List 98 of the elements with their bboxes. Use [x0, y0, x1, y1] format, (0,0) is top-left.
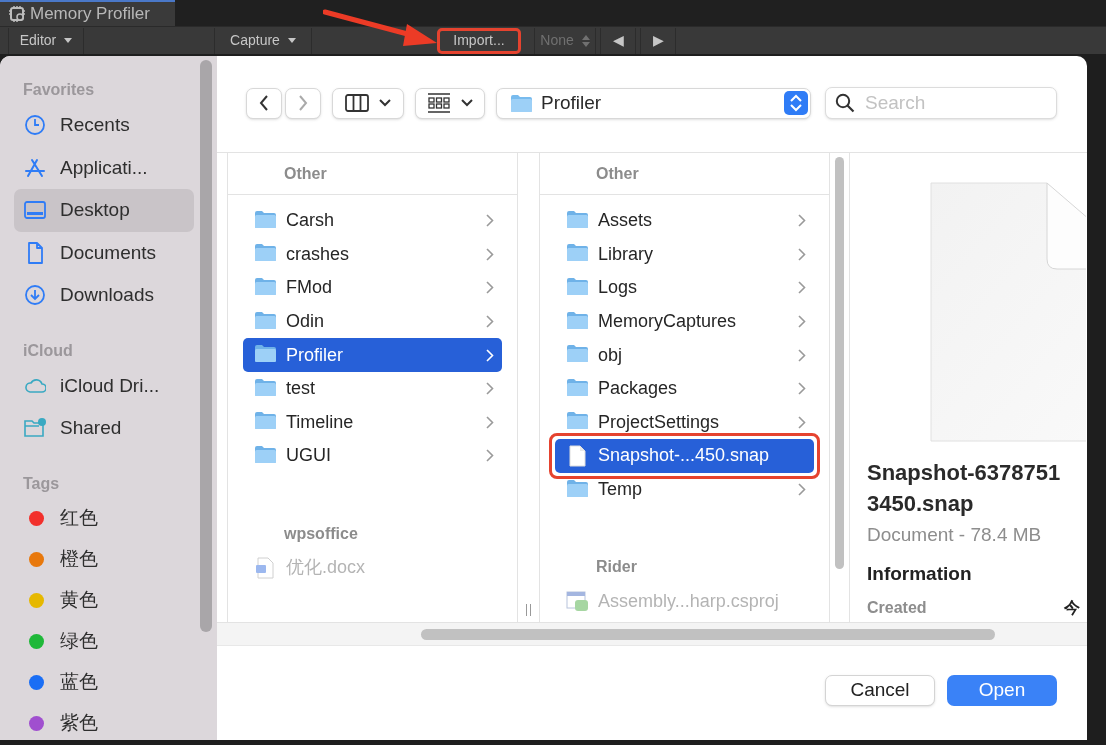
location-label: Profiler	[541, 90, 603, 115]
file-icon	[566, 444, 589, 467]
section-header: iCloud	[22, 340, 74, 361]
scrollbar-thumb[interactable]	[200, 60, 212, 632]
search-icon	[835, 93, 855, 113]
group-header: Other	[596, 163, 639, 184]
search-input[interactable]: Search	[865, 88, 1045, 118]
clock-icon	[24, 114, 46, 137]
toolbar-button[interactable]: Editor	[8, 27, 84, 54]
file-row[interactable]: obj	[555, 338, 814, 372]
caret-icon	[287, 38, 296, 43]
view-mode-button[interactable]	[332, 87, 404, 119]
chevron-right-icon	[486, 382, 494, 396]
shared-folder-icon	[24, 417, 46, 440]
file-row[interactable]: Packages	[555, 371, 814, 406]
grid-icon	[427, 93, 451, 113]
stepper-icon	[581, 34, 590, 47]
file-row[interactable]: Odin	[243, 304, 502, 339]
sidebar-item[interactable]: 红色	[14, 497, 194, 539]
chevron-right-icon	[798, 315, 806, 329]
sidebar-item[interactable]: Recents	[14, 104, 194, 147]
section-header: Favorites	[22, 80, 96, 100]
caret-icon	[461, 99, 473, 107]
file-row[interactable]: crashes	[243, 237, 502, 272]
field-label: Created	[867, 598, 927, 618]
search-field[interactable]: Search	[825, 87, 1057, 119]
toolbar-button[interactable]: ◀	[600, 27, 636, 54]
chevron-right-icon	[486, 214, 494, 228]
scrollbar-thumb[interactable]	[421, 629, 995, 640]
sidebar-item[interactable]: Documents	[14, 231, 194, 274]
sidebar-item[interactable]: 紫色	[14, 702, 194, 740]
download-icon	[24, 284, 46, 307]
chevron-left-icon	[259, 95, 269, 111]
group-header: Other	[284, 163, 327, 184]
editor-tab[interactable]: Memory Profiler	[0, 0, 175, 26]
location-popup[interactable]: Profiler	[496, 87, 811, 119]
chevron-right-icon	[798, 281, 806, 295]
sidebar-item[interactable]: Applicati...	[14, 146, 194, 189]
toolbar-button[interactable]: Import...	[437, 27, 521, 54]
file-row[interactable]: test	[243, 371, 502, 406]
file-row[interactable]: Assets	[555, 204, 814, 238]
chevron-right-icon	[486, 449, 494, 463]
chevron-right-icon	[298, 95, 308, 111]
app-store-icon	[24, 156, 46, 179]
chevron-right-icon	[798, 382, 806, 396]
file-row[interactable]: Timeline	[243, 405, 502, 440]
desktop-icon	[24, 199, 46, 222]
group-header: Rider	[596, 557, 637, 578]
chip-icon	[8, 5, 26, 23]
open-button[interactable]: Open	[947, 674, 1057, 706]
columns-icon	[345, 94, 369, 112]
chevron-right-icon	[798, 247, 806, 261]
sidebar-item[interactable]: 绿色	[14, 620, 194, 662]
file-row[interactable]: FMod	[243, 271, 502, 305]
sidebar-item[interactable]: 蓝色	[14, 661, 194, 703]
scrollbar-thumb[interactable]	[835, 157, 844, 569]
sidebar-item[interactable]: Shared	[14, 407, 194, 450]
sidebar-item[interactable]: iCloud Dri...	[14, 364, 194, 407]
toolbar-button[interactable]: Capture	[214, 27, 312, 54]
chevron-right-icon	[798, 214, 806, 228]
file-row[interactable]: UGUI	[243, 439, 502, 473]
folder-icon	[510, 93, 533, 113]
section-header: Tags	[22, 473, 61, 494]
section-title: Information	[867, 561, 973, 586]
chevron-right-icon	[798, 483, 806, 497]
file-row[interactable]: Snapshot-...450.snap	[555, 439, 814, 473]
file-row[interactable]: Library	[555, 237, 814, 272]
csharp-project-icon	[566, 590, 589, 613]
file-row[interactable]: ProjectSettings	[555, 405, 814, 440]
chevron-right-icon	[798, 348, 806, 362]
file-row[interactable]: Carsh	[243, 204, 502, 238]
group-header: wpsoffice	[284, 523, 358, 544]
cancel-button[interactable]: Cancel	[825, 674, 935, 706]
group-button[interactable]	[415, 87, 485, 119]
caret-icon	[379, 99, 391, 107]
sidebar-item[interactable]: Desktop	[14, 189, 194, 232]
file-row[interactable]: Temp	[555, 472, 814, 507]
file-row[interactable]: MemoryCaptures	[555, 304, 814, 339]
sidebar-item[interactable]: 黄色	[14, 579, 194, 621]
word-document-icon	[254, 556, 277, 579]
chevron-right-icon	[798, 415, 806, 429]
caret-icon	[64, 38, 73, 43]
file-row[interactable]: Logs	[555, 271, 814, 305]
file-kind-size: Document - 78.4 MB	[867, 523, 1043, 547]
chevron-right-icon	[486, 315, 494, 329]
tab-title: Memory Profiler	[30, 3, 150, 26]
chevron-right-icon	[486, 415, 494, 429]
stepper-icon	[784, 91, 808, 115]
back-button[interactable]	[246, 87, 282, 119]
field-value: 今	[1064, 598, 1080, 618]
sidebar-item[interactable]: Downloads	[14, 274, 194, 317]
chevron-right-icon	[486, 348, 494, 362]
toolbar-button[interactable]: ▶	[640, 27, 676, 54]
chevron-right-icon	[486, 247, 494, 261]
file-name: Snapshot-6378751 3450.snap	[867, 459, 1062, 518]
chevron-right-icon	[486, 281, 494, 295]
file-row[interactable]: Profiler	[243, 338, 502, 372]
sidebar-item[interactable]: 橙色	[14, 538, 194, 580]
